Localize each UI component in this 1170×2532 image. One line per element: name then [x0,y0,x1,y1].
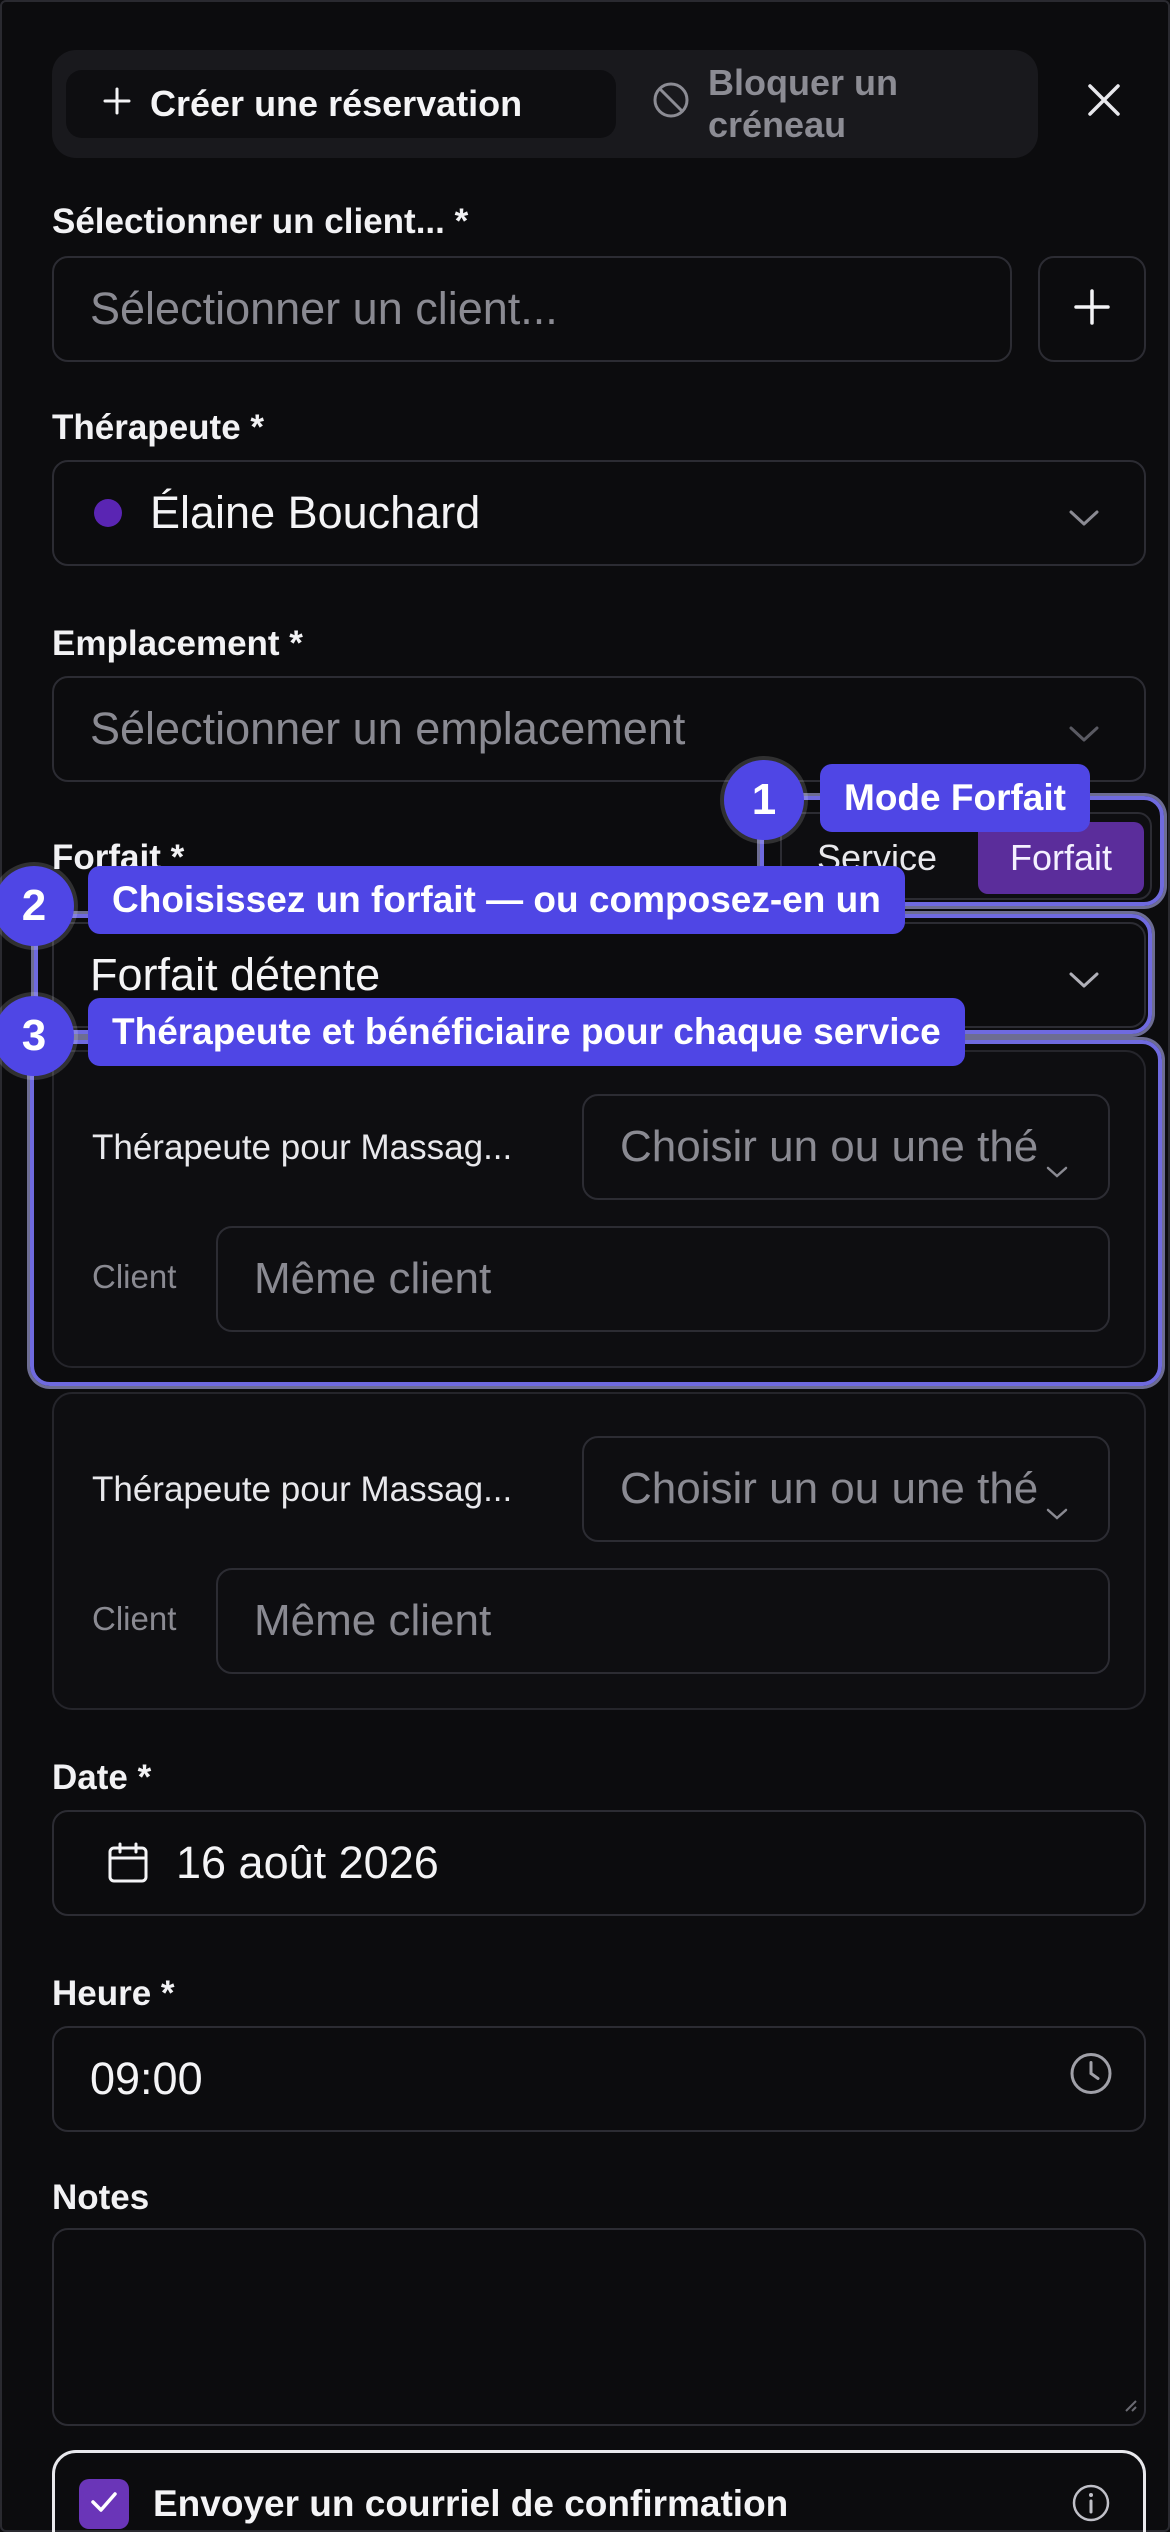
plus-icon [102,83,132,125]
service-therapist-select[interactable]: Choisir un ou une thé [582,1094,1110,1200]
tab-block-label: Bloquer un créneau [708,62,898,145]
service-therapist-placeholder: Choisir un ou une thé [620,1122,1039,1171]
service-therapist-select[interactable]: Choisir un ou une thé [582,1436,1110,1542]
info-icon[interactable] [1071,2483,1111,2528]
annotation-label-3: Thérapeute et bénéficiaire pour chaque s… [88,998,965,1066]
annotation-label-1: Mode Forfait [820,764,1090,832]
tab-create-booking[interactable]: Créer une réservation [66,70,616,138]
chevron-down-icon [1046,1140,1068,1190]
therapist-label: Thérapeute * [52,408,264,447]
annotation-label-2: Choisissez un forfait — ou composez-en u… [88,866,905,934]
location-label: Emplacement * [52,624,303,663]
therapist-color-dot [94,499,122,527]
notes-label: Notes [52,2178,150,2217]
close-icon [1086,82,1122,123]
chevron-down-icon [1046,1482,1068,1532]
therapist-select[interactable]: Élaine Bouchard [52,460,1146,566]
check-icon [87,2485,121,2524]
ban-icon [652,81,690,128]
annotation-badge-1: 1 [724,760,804,840]
date-label: Date * [52,1758,152,1797]
time-label: Heure * [52,1974,175,2013]
package-value: Forfait détente [90,949,381,1000]
mode-forfait-option[interactable]: Forfait [978,822,1144,894]
client-select[interactable]: Sélectionner un client... [52,256,1012,362]
time-input[interactable]: 09:00 [52,2026,1146,2132]
resize-handle-icon[interactable] [1122,2397,1138,2418]
location-placeholder: Sélectionner un emplacement [90,703,686,754]
service-card: Thérapeute pour Massag... Choisir un ou … [52,1392,1146,1710]
service-client-input[interactable]: Même client [216,1226,1110,1332]
service-client-input[interactable]: Même client [216,1568,1110,1674]
confirmation-label: Envoyer un courriel de confirmation [153,2483,789,2524]
service-card: Thérapeute pour Massag... Choisir un ou … [52,1050,1146,1368]
time-value: 09:00 [90,2053,203,2104]
chevron-down-icon [1068,703,1100,755]
service-therapist-placeholder: Choisir un ou une thé [620,1464,1039,1513]
mode-tabs: Créer une réservation Bloquer un créneau [52,50,1038,158]
service-client-placeholder: Même client [254,1596,492,1645]
service-client-label: Client [92,1600,177,1637]
plus-icon [1073,288,1111,331]
date-value: 16 août 2026 [176,1837,439,1888]
date-input[interactable]: 16 août 2026 [52,1810,1146,1916]
client-placeholder: Sélectionner un client... [90,283,558,334]
clock-icon [1068,2051,1114,2108]
therapist-value: Élaine Bouchard [150,487,481,538]
service-therapist-label: Thérapeute pour Massag... [92,1128,513,1167]
confirmation-checkbox[interactable] [79,2479,129,2529]
calendar-icon [106,1841,150,1885]
confirmation-row[interactable]: Envoyer un courriel de confirmation [52,2450,1146,2532]
service-therapist-label: Thérapeute pour Massag... [92,1470,513,1509]
chevron-down-icon [1068,949,1100,1001]
chevron-down-icon [1068,487,1100,539]
tab-block-slot[interactable]: Bloquer un créneau [620,62,1056,145]
client-label: Sélectionner un client... * [52,202,469,241]
tab-create-label: Créer une réservation [150,83,523,124]
notes-textarea[interactable] [52,2228,1146,2426]
add-client-button[interactable] [1038,256,1146,362]
service-client-label: Client [92,1258,177,1295]
service-client-placeholder: Même client [254,1254,492,1303]
close-button[interactable] [1078,76,1130,128]
